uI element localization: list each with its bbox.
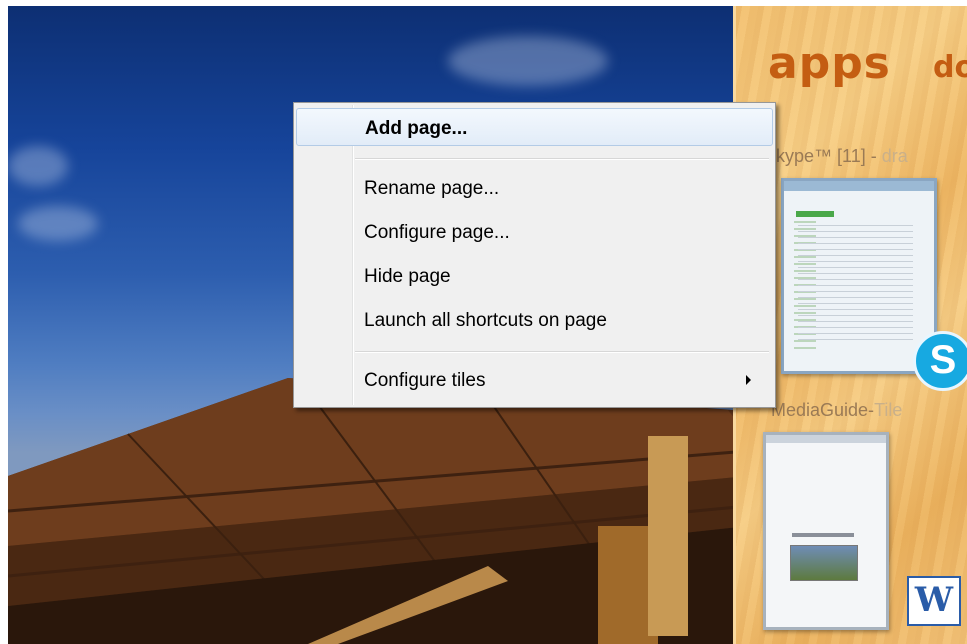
panel-title[interactable]: apps	[768, 38, 891, 89]
tile-label-skype: kype™ [11] - dra	[776, 146, 908, 166]
menu-item-add-page[interactable]: Add page...	[296, 108, 773, 146]
menu-item-rename-page[interactable]: Rename page...	[296, 169, 773, 207]
thumbnail-content	[798, 225, 913, 345]
menu-separator	[355, 158, 769, 160]
menu-item-label: Rename page...	[364, 178, 500, 199]
menu-separator	[355, 351, 769, 353]
menu-item-label: Configure page...	[364, 222, 510, 243]
word-icon: W	[907, 576, 961, 626]
tile-thumbnail-skype[interactable]	[781, 178, 937, 374]
tile-thumbnail-mediaguide[interactable]	[763, 432, 889, 630]
menu-item-hide-page[interactable]: Hide page	[296, 257, 773, 295]
menu-item-label: Launch all shortcuts on page	[364, 310, 607, 331]
menu-item-configure-page[interactable]: Configure page...	[296, 213, 773, 251]
context-menu: Add page... Rename page... Configure pag…	[293, 102, 776, 408]
thumbnail-header	[766, 435, 886, 443]
skype-icon: S	[913, 331, 967, 391]
menu-gutter	[352, 105, 354, 405]
tile-label-mediaguide: MediaGuide-Tile	[771, 400, 903, 420]
thumbnail-titlebar	[784, 181, 934, 191]
panel-title-next[interactable]: do	[933, 50, 967, 85]
menu-item-label: Add page...	[365, 118, 468, 139]
thumbnail-tab	[796, 211, 834, 217]
menu-item-configure-tiles[interactable]: Configure tiles	[296, 361, 773, 399]
menu-item-label: Configure tiles	[364, 370, 486, 391]
thumbnail-text	[792, 533, 854, 537]
thumbnail-image	[790, 545, 858, 581]
submenu-arrow-icon	[746, 375, 751, 385]
menu-item-launch-all-shortcuts[interactable]: Launch all shortcuts on page	[296, 301, 773, 339]
menu-item-label: Hide page	[364, 266, 451, 287]
